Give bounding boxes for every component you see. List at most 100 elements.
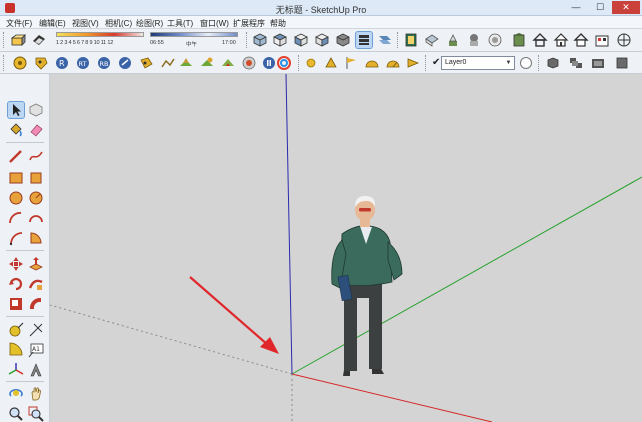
back-view-icon[interactable] (335, 32, 351, 48)
menu-file[interactable]: 文件(F) (6, 18, 32, 29)
chevron-down-icon[interactable]: ▼ (504, 58, 513, 68)
three-point-arc-icon[interactable] (8, 230, 24, 246)
left-view-icon[interactable] (355, 31, 373, 49)
fog-toggle-icon[interactable] (31, 32, 47, 48)
toolbar-grip[interactable] (3, 32, 6, 48)
zoom-window-icon[interactable] (28, 406, 44, 422)
nav-icon[interactable] (616, 32, 632, 48)
menu-camera[interactable]: 相机(C) (105, 18, 132, 29)
shadow-toggle-icon[interactable] (10, 32, 26, 48)
sun-icon[interactable] (303, 55, 319, 71)
select-arrow-icon[interactable] (7, 101, 25, 119)
color-wheel-icon[interactable] (261, 55, 277, 71)
right-view-icon[interactable] (314, 32, 330, 48)
freehand-icon[interactable] (28, 148, 44, 164)
xray-icon[interactable] (377, 32, 393, 48)
add-detail-icon[interactable] (220, 55, 236, 71)
shadow-month-slider[interactable]: 1 2 3 4 5 6 7 8 9 10 11 12 (56, 31, 144, 50)
layer-manager-icon[interactable] (405, 55, 421, 71)
monochrome-icon[interactable] (511, 32, 527, 48)
bezier-icon[interactable]: RT (75, 55, 91, 71)
protractor-icon[interactable] (8, 342, 24, 358)
modeling-viewport[interactable] (50, 74, 642, 422)
toolbar-grip[interactable] (397, 32, 400, 48)
scale-icon[interactable] (8, 296, 24, 312)
toolbar-grip[interactable] (298, 55, 301, 71)
component-icon[interactable] (545, 55, 561, 71)
pie-icon[interactable] (28, 230, 44, 246)
paint-bucket-icon[interactable] (8, 122, 24, 138)
rectangle-icon[interactable] (8, 170, 24, 186)
menu-extensions[interactable]: 扩展程序 (233, 18, 265, 29)
top-view-icon[interactable] (272, 32, 288, 48)
polygon-icon[interactable] (28, 190, 44, 206)
eraser-icon[interactable] (28, 122, 44, 138)
flip-edge-icon[interactable] (199, 55, 215, 71)
menu-window[interactable]: 窗口(W) (200, 18, 229, 29)
layer-visible-check[interactable]: ✔ (432, 57, 440, 68)
warehouse-icon[interactable] (573, 32, 589, 48)
shaded-textures-icon[interactable] (487, 32, 503, 48)
line-pencil-icon[interactable] (8, 148, 24, 164)
3d-text-icon[interactable] (28, 362, 44, 378)
tape-measure-icon[interactable] (8, 322, 24, 338)
flag-icon[interactable] (343, 55, 359, 71)
component-box-icon[interactable] (28, 102, 44, 118)
circle-icon[interactable] (8, 190, 24, 206)
zoom-icon[interactable] (8, 406, 24, 422)
pan-icon[interactable] (28, 386, 44, 402)
house-icon[interactable] (553, 32, 569, 48)
minimize-button[interactable]: — (564, 1, 588, 14)
back-edges-icon[interactable] (403, 32, 419, 48)
shadow-time-slider[interactable]: 06:55 中午 17:00 (150, 31, 240, 50)
two-point-arc-icon[interactable] (28, 210, 44, 226)
menu-view[interactable]: 视图(V) (72, 18, 99, 29)
arc-label-icon[interactable] (364, 55, 380, 71)
front-view-icon[interactable] (293, 32, 309, 48)
protractor-label-icon[interactable] (385, 55, 401, 71)
dimension-icon[interactable] (28, 322, 44, 338)
push-pull-icon[interactable] (28, 256, 44, 272)
sandbox-icon[interactable] (12, 55, 28, 71)
menu-tools[interactable]: 工具(T) (167, 18, 193, 29)
arc-icon[interactable] (8, 210, 24, 226)
styles-icon[interactable] (276, 55, 292, 71)
smoove-icon[interactable] (138, 55, 154, 71)
maximize-button[interactable]: ☐ (588, 1, 612, 14)
toolbar-grip[interactable] (538, 55, 541, 71)
wireframe-icon[interactable] (424, 32, 440, 48)
scale-figure-person-icon[interactable] (331, 196, 403, 376)
menu-draw[interactable]: 绘图(R) (136, 18, 163, 29)
solid-tools-icon[interactable]: RB (96, 55, 112, 71)
section-plane-icon[interactable] (532, 32, 548, 48)
layer-color-icon[interactable] (520, 57, 532, 69)
hidden-line-icon[interactable] (445, 32, 461, 48)
layer-dropdown[interactable]: Layer0 ▼ (441, 56, 515, 70)
toolbar-grip[interactable] (3, 55, 6, 71)
share-model-icon[interactable] (590, 55, 606, 71)
orbit-icon[interactable] (8, 386, 24, 402)
dimension-icon[interactable] (33, 55, 49, 71)
location-icon[interactable] (117, 55, 133, 71)
move-icon[interactable] (8, 256, 24, 272)
stamp-icon[interactable] (160, 55, 176, 71)
rotated-rectangle-icon[interactable] (28, 170, 44, 186)
follow-me-icon[interactable] (28, 276, 44, 292)
iso-view-icon[interactable] (252, 32, 268, 48)
round-corner-icon[interactable]: R (54, 55, 70, 71)
shaded-icon[interactable] (466, 32, 482, 48)
drape-icon[interactable] (178, 55, 194, 71)
menu-help[interactable]: 帮助 (270, 18, 286, 29)
extension-warehouse-icon[interactable] (594, 32, 610, 48)
close-button[interactable]: ✕ (612, 1, 640, 14)
dimension-text-icon[interactable] (323, 55, 339, 71)
toolbar-grip[interactable] (425, 55, 428, 71)
toolbar-grip[interactable] (246, 32, 249, 48)
outliner-icon[interactable] (568, 55, 584, 71)
menu-edit[interactable]: 编辑(E) (39, 18, 66, 29)
photo-texture-icon[interactable] (614, 55, 630, 71)
text-icon[interactable]: A1 (28, 342, 44, 358)
ruby-console-icon[interactable] (241, 55, 257, 71)
axes-icon[interactable] (8, 362, 24, 378)
rotate-icon[interactable] (8, 276, 24, 292)
